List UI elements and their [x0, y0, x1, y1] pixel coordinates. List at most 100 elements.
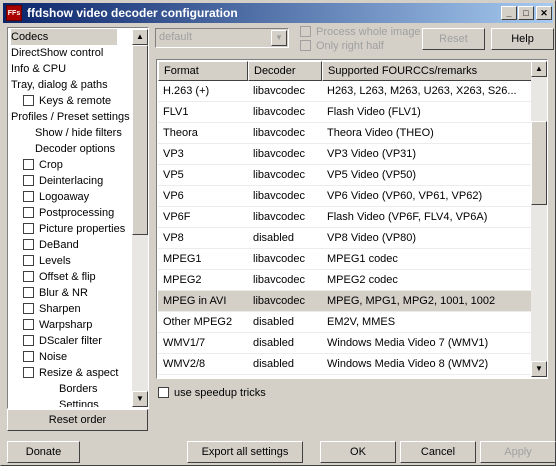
filter-enable-checkbox[interactable] — [23, 191, 34, 202]
table-row[interactable]: WMV1/7 disabled Windows Media Video 7 (WMV… — [158, 333, 532, 354]
decoder-cell[interactable]: disabled — [248, 228, 322, 248]
tree-item[interactable]: Tray, dialog & paths — [11, 77, 117, 93]
decoder-cell[interactable]: disabled — [248, 354, 322, 374]
filter-enable-checkbox[interactable] — [23, 255, 34, 266]
tree-item[interactable]: Noise — [23, 349, 117, 365]
ffdshow-app-icon[interactable]: FFs — [6, 5, 22, 21]
table-row[interactable]: MPEG2 libavcodec MPEG2 codec — [158, 270, 532, 291]
decoder-cell[interactable]: libavcodec — [248, 144, 322, 164]
tree-item[interactable]: Profiles / Preset settings — [11, 109, 130, 125]
cancel-button[interactable]: Cancel — [400, 441, 476, 463]
reset-order-button[interactable]: Reset order — [7, 409, 148, 431]
table-row[interactable]: WMV3/9disabledWindows Media Video 9 Simp… — [158, 375, 532, 377]
decoder-cell[interactable]: libavcodec — [248, 165, 322, 185]
ok-button[interactable]: OK — [320, 441, 396, 463]
format-cell: VP6F — [163, 211, 191, 223]
tree-item[interactable]: Show / hide filters — [35, 125, 122, 141]
table-scrollbar[interactable]: ▲ ▼ — [531, 61, 547, 377]
column-header-decoder[interactable]: Decoder — [248, 61, 322, 81]
decoder-cell[interactable]: libavcodec — [248, 186, 322, 206]
tree-item[interactable]: Resize & aspect — [23, 365, 118, 381]
speedup-tricks-checkbox[interactable]: use speedup tricks — [158, 387, 266, 399]
tree-item[interactable]: Settings — [59, 397, 117, 407]
tree-item[interactable]: DirectShow control — [11, 45, 117, 61]
table-row[interactable]: VP8 disabled VP8 Video (VP80) — [158, 228, 532, 249]
tree-item[interactable]: DeBand — [23, 237, 117, 253]
table-row[interactable]: Theora libavcodec Theora Video (THEO) — [158, 123, 532, 144]
preset-combobox-value: default — [159, 31, 193, 43]
filter-enable-checkbox[interactable] — [23, 303, 34, 314]
table-row[interactable]: MPEG in AVI libavcodec MPEG, MPG1, MPG2, 1… — [158, 291, 532, 312]
decoder-cell[interactable]: disabled — [248, 375, 322, 377]
tree-scroll-up-button[interactable]: ▲ — [132, 29, 148, 45]
tree-item[interactable]: Picture properties — [23, 221, 125, 237]
tree-item[interactable]: Postprocessing — [23, 205, 117, 221]
table-row[interactable]: Other MPEG2 disabled EM2V, MMES — [158, 312, 532, 333]
table-row[interactable]: FLV1 libavcodec Flash Video (FLV1) — [158, 102, 532, 123]
column-header-fourccs[interactable]: Supported FOURCCs/remarks — [322, 61, 532, 81]
table-scroll-down-button[interactable]: ▼ — [531, 361, 547, 377]
filter-enable-checkbox[interactable] — [23, 239, 34, 250]
tree-scroll-thumb[interactable] — [132, 45, 148, 235]
tree-scrollbar[interactable]: ▲ ▼ — [132, 29, 148, 407]
export-all-settings-button[interactable]: Export all settings — [187, 441, 303, 463]
filter-enable-checkbox[interactable] — [23, 159, 34, 170]
tree-item[interactable]: Borders — [59, 381, 117, 397]
tree-item[interactable]: Offset & flip — [23, 269, 117, 285]
tree-item[interactable]: Warpsharp — [23, 317, 117, 333]
tree-item[interactable]: Crop — [23, 157, 117, 173]
table-row[interactable]: MPEG1 libavcodec MPEG1 codec — [158, 249, 532, 270]
help-button[interactable]: Help — [491, 28, 554, 50]
filter-enable-checkbox[interactable] — [23, 207, 34, 218]
filter-enable-checkbox[interactable] — [23, 271, 34, 282]
tree-item[interactable]: Info & CPU — [11, 61, 117, 77]
close-button[interactable]: ✕ — [536, 6, 552, 20]
decoder-cell[interactable]: libavcodec — [248, 81, 322, 101]
decoder-cell[interactable]: libavcodec — [248, 102, 322, 122]
tree-item[interactable]: DScaler filter — [23, 333, 117, 349]
tree-item[interactable]: Deinterlacing — [23, 173, 117, 189]
tree-item-label: Warpsharp — [39, 319, 93, 331]
tree-item[interactable]: Logoaway — [23, 189, 117, 205]
decoder-cell[interactable]: libavcodec — [248, 207, 322, 227]
decoder-cell[interactable]: libavcodec — [248, 291, 322, 311]
fourcc-cell: VP6 Video (VP60, VP61, VP62) — [327, 190, 483, 202]
tree-item[interactable]: Blur & NR — [23, 285, 117, 301]
filter-enable-checkbox[interactable] — [23, 287, 34, 298]
tree-item[interactable]: Codecs — [11, 29, 117, 45]
table-row[interactable]: VP5 libavcodec VP5 Video (VP50) — [158, 165, 532, 186]
filter-enable-checkbox[interactable] — [23, 223, 34, 234]
table-row[interactable]: VP3 libavcodec VP3 Video (VP31) — [158, 144, 532, 165]
fourcc-cell: VP8 Video (VP80) — [327, 232, 417, 244]
table-row[interactable]: WMV2/8 disabled Windows Media Video 8 (WMV… — [158, 354, 532, 375]
tree-item[interactable]: Decoder options — [35, 141, 117, 157]
tree-item[interactable]: Keys & remote — [23, 93, 117, 109]
decoder-cell[interactable]: disabled — [248, 333, 322, 353]
filter-enable-checkbox[interactable] — [23, 367, 34, 378]
tree-item-label: Deinterlacing — [39, 175, 104, 187]
filter-enable-checkbox[interactable] — [23, 351, 34, 362]
table-scroll-up-button[interactable]: ▲ — [531, 61, 547, 77]
tree-scroll-down-button[interactable]: ▼ — [132, 391, 148, 407]
table-row[interactable]: VP6F libavcodec Flash Video (VP6F, FLV4, V… — [158, 207, 532, 228]
decoder-cell[interactable]: libavcodec — [248, 270, 322, 290]
decoder-cell[interactable]: libavcodec — [248, 249, 322, 269]
filter-enable-checkbox[interactable] — [23, 335, 34, 346]
filter-enable-checkbox[interactable] — [23, 175, 34, 186]
settings-tree[interactable]: Codecs DirectShow control Info & CPU Tray, … — [7, 27, 149, 409]
format-cell: WMV2/8 — [163, 358, 206, 370]
tree-item[interactable]: Sharpen — [23, 301, 117, 317]
filter-enable-checkbox[interactable] — [23, 319, 34, 330]
donate-button[interactable]: Donate — [7, 441, 80, 463]
minimize-button[interactable]: _ — [501, 6, 517, 20]
table-row[interactable]: H.263 (+) libavcodec H263, L263, M263, U26… — [158, 81, 532, 102]
table-scroll-thumb[interactable] — [531, 121, 547, 205]
table-row[interactable]: VP6 libavcodec VP6 Video (VP60, VP61, VP62… — [158, 186, 532, 207]
filter-enable-checkbox[interactable] — [23, 95, 34, 106]
column-header-format[interactable]: Format — [158, 61, 248, 81]
decoder-cell[interactable]: disabled — [248, 312, 322, 332]
decoder-cell[interactable]: libavcodec — [248, 123, 322, 143]
checkbox-box[interactable] — [158, 387, 169, 398]
maximize-button[interactable]: □ — [518, 6, 534, 20]
tree-item[interactable]: Levels — [23, 253, 117, 269]
